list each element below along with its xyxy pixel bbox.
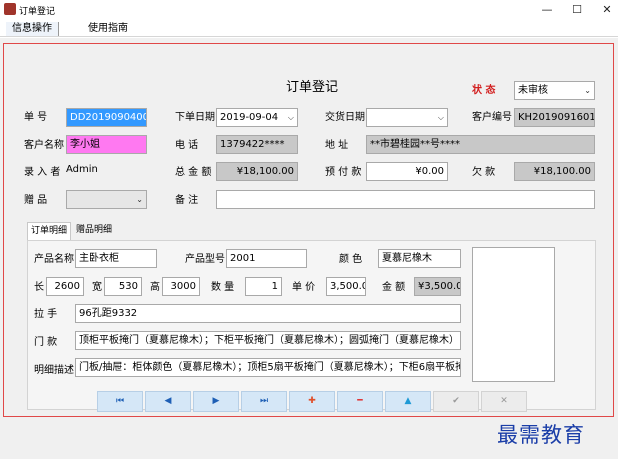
add-icon: ✚ bbox=[308, 396, 316, 406]
gift-select[interactable]: ⌄ bbox=[66, 190, 147, 209]
total-amount-label: 总 金 额 bbox=[175, 167, 212, 178]
order-date-picker[interactable]: 2019-09-04 ⌵ bbox=[216, 108, 298, 127]
watermark-text: 最需教育 bbox=[497, 423, 585, 447]
total-amount-field: ¥18,100.00 bbox=[216, 162, 298, 181]
unit-price-label: 单 价 bbox=[292, 282, 316, 293]
last-record-icon: ⏭ bbox=[259, 396, 269, 406]
close-button[interactable]: ✕ bbox=[596, 2, 618, 18]
chevron-down-icon: ⌄ bbox=[584, 86, 591, 95]
product-image-preview bbox=[472, 247, 555, 382]
status-label: 状 态 bbox=[472, 85, 496, 96]
remark-field[interactable] bbox=[216, 190, 595, 209]
customer-name-label: 客户名称 bbox=[24, 140, 64, 151]
confirm-button[interactable]: ✔ bbox=[433, 391, 479, 412]
handle-field[interactable]: 96孔距9332 bbox=[75, 304, 461, 323]
delete-icon: ━ bbox=[357, 396, 363, 406]
amount-field: ¥3,500.00 bbox=[414, 277, 461, 296]
product-model-label: 产品型号 bbox=[185, 254, 225, 265]
product-model-field[interactable]: 2001 bbox=[226, 249, 307, 268]
entered-by-value: Admin bbox=[66, 164, 98, 175]
tab-order-details[interactable]: 订单明细 bbox=[27, 222, 72, 240]
order-no-field[interactable]: DD20190904006 bbox=[66, 108, 147, 127]
gift-label: 赠 品 bbox=[24, 195, 48, 206]
amount-label: 金 额 bbox=[382, 282, 406, 293]
customer-no-field: KH20190916017 bbox=[514, 108, 595, 127]
width-field[interactable]: 530 bbox=[104, 277, 142, 296]
address-label: 地 址 bbox=[325, 140, 349, 151]
owed-label: 欠 款 bbox=[472, 167, 496, 178]
width-label: 宽 bbox=[92, 282, 102, 293]
unit-price-field[interactable]: 3,500.00 bbox=[326, 277, 366, 296]
maximize-button[interactable]: ☐ bbox=[566, 2, 588, 18]
delivery-date-picker[interactable]: ⌵ bbox=[366, 108, 448, 127]
title-bar bbox=[0, 0, 618, 20]
first-record-icon: ⏮ bbox=[115, 396, 125, 406]
entered-by-label: 录 入 者 bbox=[24, 167, 61, 178]
tab-gift-details[interactable]: 赠品明细 bbox=[73, 222, 115, 240]
form-title: 订单登记 bbox=[286, 80, 339, 95]
last-record-button[interactable]: ⏭ bbox=[241, 391, 287, 412]
calendar-dropdown-icon[interactable]: ⌵ bbox=[288, 109, 294, 126]
edit-record-button[interactable]: ▲ bbox=[385, 391, 431, 412]
chevron-down-icon: ⌄ bbox=[136, 195, 143, 204]
address-field: **市碧桂园**号**** bbox=[366, 135, 595, 154]
first-record-button[interactable]: ⏮ bbox=[97, 391, 143, 412]
edit-icon: ▲ bbox=[404, 396, 412, 406]
phone-label: 电 话 bbox=[175, 140, 199, 151]
quantity-field[interactable]: 1 bbox=[245, 277, 282, 296]
length-field[interactable]: 2600 bbox=[46, 277, 84, 296]
customer-no-label: 客户编号 bbox=[472, 112, 512, 123]
detail-description-field[interactable]: 门板/抽屉：柜体颜色（夏慕尼橡木）；顶柜5扇平板掩门（夏慕尼橡木）；下柜6扇平板… bbox=[75, 358, 461, 377]
order-date-value: 2019-09-04 bbox=[220, 112, 279, 123]
customer-name-field[interactable]: 李小姐 bbox=[66, 135, 147, 154]
app-icon bbox=[4, 3, 16, 15]
order-date-label: 下单日期 bbox=[175, 112, 215, 123]
prepaid-field[interactable]: ¥0.00 bbox=[366, 162, 448, 181]
menu-user-guide[interactable]: 使用指南 bbox=[82, 22, 134, 36]
close-icon: ✕ bbox=[500, 396, 508, 406]
prepaid-label: 预 付 款 bbox=[325, 167, 362, 178]
calendar-dropdown-icon[interactable]: ⌵ bbox=[438, 109, 444, 126]
owed-field: ¥18,100.00 bbox=[514, 162, 595, 181]
status-value: 未审核 bbox=[518, 85, 548, 96]
add-record-button[interactable]: ✚ bbox=[289, 391, 335, 412]
door-style-field[interactable]: 顶柜平板掩门（夏慕尼橡木）；下柜平板掩门（夏慕尼橡木）；圆弧掩门（夏慕尼橡木） bbox=[75, 331, 461, 350]
delivery-date-label: 交货日期 bbox=[325, 112, 365, 123]
minimize-button[interactable]: — bbox=[536, 2, 558, 18]
previous-record-icon: ◀ bbox=[164, 396, 172, 406]
color-field[interactable]: 夏慕尼橡木 bbox=[378, 249, 461, 268]
door-style-label: 门 款 bbox=[34, 337, 58, 348]
product-name-field[interactable]: 主卧衣柜 bbox=[75, 249, 157, 268]
status-select[interactable]: 未审核 ⌄ bbox=[514, 81, 595, 100]
next-record-icon: ▶ bbox=[212, 396, 220, 406]
next-record-button[interactable]: ▶ bbox=[193, 391, 239, 412]
handle-label: 拉 手 bbox=[34, 309, 58, 320]
quantity-label: 数 量 bbox=[211, 282, 235, 293]
window-title: 订单登记 bbox=[19, 7, 56, 17]
detail-description-label: 明细描述 bbox=[34, 365, 74, 376]
cancel-button[interactable]: ✕ bbox=[481, 391, 527, 412]
delete-record-button[interactable]: ━ bbox=[337, 391, 383, 412]
color-label: 颜 色 bbox=[339, 254, 363, 265]
product-name-label: 产品名称 bbox=[34, 254, 74, 265]
previous-record-button[interactable]: ◀ bbox=[145, 391, 191, 412]
length-label: 长 bbox=[34, 282, 44, 293]
height-field[interactable]: 3000 bbox=[162, 277, 200, 296]
check-icon: ✔ bbox=[452, 396, 460, 406]
height-label: 高 bbox=[150, 282, 160, 293]
order-no-label: 单 号 bbox=[24, 112, 48, 123]
phone-field: 1379422**** bbox=[216, 135, 298, 154]
remark-label: 备 注 bbox=[175, 195, 199, 206]
menu-info-operations[interactable]: 信息操作 bbox=[6, 22, 59, 36]
